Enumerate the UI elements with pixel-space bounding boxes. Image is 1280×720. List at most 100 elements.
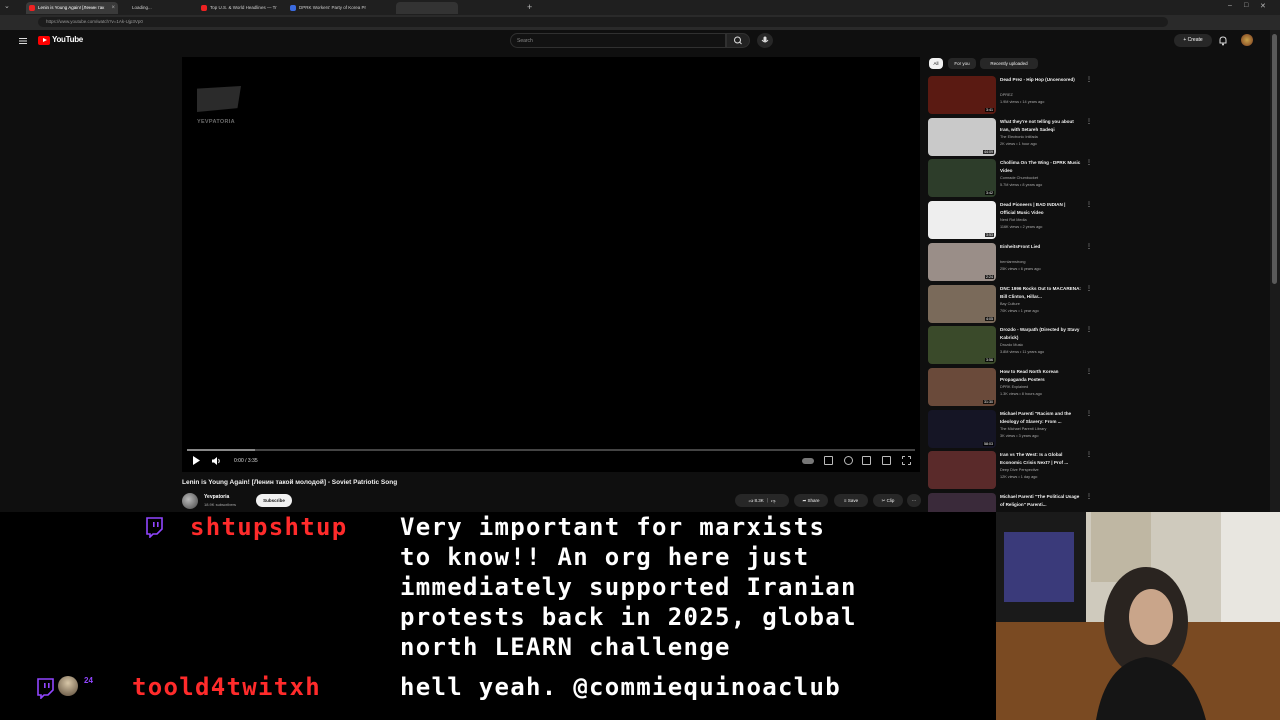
close-tab-icon[interactable]: × xyxy=(111,2,115,14)
recommendation-channel[interactable]: Nerd Rot Media xyxy=(1000,218,1027,222)
subscribe-button[interactable]: Subscribe xyxy=(256,494,292,507)
video-thumbnail[interactable]: 44:09 xyxy=(928,117,996,156)
recommendation-item[interactable]: 31:30 How to Read North Korean Propaganda… xyxy=(928,367,1098,408)
recommendation-channel[interactable]: Drozdo Music xyxy=(1000,343,1023,347)
video-thumbnail[interactable]: 2:24 xyxy=(928,242,996,281)
recommendation-channel[interactable]: DPRK Explained xyxy=(1000,385,1028,389)
chip-for-you[interactable]: For you xyxy=(948,58,976,69)
more-options-icon[interactable]: ⋮ xyxy=(1086,410,1092,417)
more-options-icon[interactable]: ⋮ xyxy=(1086,451,1092,458)
recommendation-title[interactable]: EinheitsFront Lied xyxy=(1000,243,1082,251)
scrollbar-thumb[interactable] xyxy=(1272,34,1277,284)
recommendation-channel[interactable]: bernlarmstrong xyxy=(1000,260,1026,264)
recommendation-title[interactable]: Dead Prez - Hip Hop (Uncensored) xyxy=(1000,76,1082,84)
tab-title: Lenin is Young Again! [Ленин так xyxy=(38,5,105,10)
microphone-icon xyxy=(761,36,769,43)
recommendation-item[interactable]: 2:24 EinheitsFront Lied bernlarmstrong 25K … xyxy=(928,242,1098,283)
subtitles-icon[interactable] xyxy=(824,456,833,465)
recommendation-item[interactable]: 3:41 Dead Prez - Hip Hop (Uncensored) DPRE… xyxy=(928,76,1098,116)
more-options-icon[interactable]: ⋮ xyxy=(1086,493,1092,500)
more-options-icon[interactable]: ⋮ xyxy=(1086,76,1092,83)
url-field[interactable]: https://www.youtube.com/watch?v=1Ak-Ujp3… xyxy=(38,17,1168,27)
save-button[interactable]: ≡ Save xyxy=(834,494,868,507)
recommendation-title[interactable]: Drozdo - Warpath (Directed by Stavy Kabr… xyxy=(1000,326,1082,342)
recommendation-channel[interactable]: Comrade Chumbucket xyxy=(1000,176,1038,180)
share-button[interactable]: ➦ Share xyxy=(794,494,828,507)
menu-icon[interactable] xyxy=(18,36,28,46)
progress-bar[interactable] xyxy=(187,449,915,451)
browser-tab-3[interactable]: Top U.S. & World Headlines — Tr xyxy=(198,2,282,14)
more-options-icon[interactable]: ⋮ xyxy=(1086,118,1092,125)
create-button[interactable]: + Create xyxy=(1174,34,1212,47)
tab-group[interactable] xyxy=(396,2,458,14)
search-button[interactable] xyxy=(726,33,750,48)
recommendation-title[interactable]: Michael Parenti "The Political Usage of … xyxy=(1000,493,1082,509)
video-thumbnail[interactable]: 3:41 xyxy=(928,76,996,114)
video-thumbnail[interactable]: 3:53 xyxy=(928,201,996,240)
more-options-icon[interactable]: ⋮ xyxy=(1086,285,1092,292)
search-input[interactable]: Search xyxy=(510,33,726,48)
recommendation-item[interactable]: 3:53 Dead Pioneers | BAD INDIAN | Officia… xyxy=(928,201,1098,241)
recommendation-title[interactable]: What they're not telling you about Iran,… xyxy=(1000,118,1082,134)
chat-badge-24: 24 xyxy=(84,676,93,685)
recommendation-channel[interactable]: The Electronic Intifada xyxy=(1000,135,1038,139)
theater-mode-icon[interactable] xyxy=(882,456,891,465)
miniplayer-icon[interactable] xyxy=(862,456,871,465)
video-thumbnail[interactable]: 3:56 xyxy=(928,326,996,365)
recommendation-item[interactable]: Iran vs The West: Is a Global Economic C… xyxy=(928,451,1098,491)
clip-button[interactable]: ✂ Clip xyxy=(873,494,903,507)
like-dislike-group[interactable]: 👍︎ 8.3K ｜ 👎︎ xyxy=(735,494,789,507)
minimize-icon[interactable]: – xyxy=(1228,2,1232,9)
more-options-icon[interactable]: ⋮ xyxy=(1086,326,1092,333)
recommendation-title[interactable]: Iran vs The West: Is a Global Economic C… xyxy=(1000,451,1082,467)
more-options-icon[interactable]: ⋮ xyxy=(1086,159,1092,166)
recommendation-channel[interactable]: Bay Culture xyxy=(1000,302,1020,306)
recommendation-channel[interactable]: DPREZ xyxy=(1000,93,1013,97)
close-window-icon[interactable]: ✕ xyxy=(1260,2,1266,10)
recommendation-title[interactable]: Michael Parenti "Racism and the Ideology… xyxy=(1000,410,1082,426)
browser-tab-2[interactable]: Loading... xyxy=(120,2,194,14)
more-actions-icon[interactable]: ⋯ xyxy=(907,494,921,507)
chip-all[interactable]: All xyxy=(929,58,943,69)
recommendation-title[interactable]: Chollima On The Wing - DPRK Music Video xyxy=(1000,159,1082,175)
recommendation-item[interactable]: 3:42 Chollima On The Wing - DPRK Music Vi… xyxy=(928,159,1098,199)
recommendation-title[interactable]: How to Read North Korean Propaganda Post… xyxy=(1000,368,1082,384)
video-thumbnail[interactable]: 58:03 xyxy=(928,409,996,448)
browser-tab-4[interactable]: DPRK Workers' Party of Korea Pr xyxy=(287,2,387,14)
recommendation-channel[interactable]: The Michael Parenti Library xyxy=(1000,427,1046,431)
recommendation-item[interactable]: 4:05 DNC 1996 Rocks Out to MACARENA: Bill… xyxy=(928,284,1098,325)
autoplay-toggle[interactable] xyxy=(802,458,814,464)
tab-search-icon[interactable]: ⌄ xyxy=(4,2,10,10)
video-thumbnail[interactable]: 31:30 xyxy=(928,367,996,406)
recommendation-title[interactable]: Dead Pioneers | BAD INDIAN | Official Mu… xyxy=(1000,201,1082,217)
voice-search-button[interactable] xyxy=(757,33,773,48)
settings-gear-icon[interactable] xyxy=(844,456,853,465)
browser-tab-1[interactable]: Lenin is Young Again! [Ленин так × xyxy=(26,2,118,14)
channel-avatar[interactable] xyxy=(182,493,198,509)
recommendation-item[interactable]: 58:03 Michael Parenti "Racism and the Ide… xyxy=(928,409,1098,450)
recommendation-item[interactable]: 3:56 Drozdo - Warpath (Directed by Stavy … xyxy=(928,326,1098,366)
recommendation-title[interactable]: DNC 1996 Rocks Out to MACARENA: Bill Cli… xyxy=(1000,285,1082,301)
video-player[interactable] xyxy=(182,57,920,472)
more-options-icon[interactable]: ⋮ xyxy=(1086,368,1092,375)
chip-recently-uploaded[interactable]: Recently uploaded xyxy=(980,58,1038,69)
youtube-logo[interactable]: YouTube xyxy=(38,35,83,47)
video-thumbnail[interactable] xyxy=(928,451,996,490)
more-options-icon[interactable]: ⋮ xyxy=(1086,243,1092,250)
video-thumbnail[interactable]: 4:05 xyxy=(928,284,996,323)
volume-icon[interactable] xyxy=(211,456,222,466)
play-icon[interactable] xyxy=(191,455,201,466)
recommendation-item[interactable]: 44:09 What they're not telling you about … xyxy=(928,117,1098,158)
recommendation-meta: 3K views • 3 years ago xyxy=(1000,433,1039,438)
channel-name[interactable]: Yevpatoria xyxy=(204,494,229,500)
thumbs-down-icon[interactable]: ｜ 👎︎ xyxy=(764,498,775,503)
notifications-bell-icon[interactable] xyxy=(1218,35,1228,46)
account-avatar[interactable] xyxy=(1241,34,1253,46)
more-options-icon[interactable]: ⋮ xyxy=(1086,201,1092,208)
new-tab-icon[interactable]: + xyxy=(527,2,532,12)
maximize-icon[interactable]: □ xyxy=(1244,2,1248,9)
chat-message-line: north LEARN challenge xyxy=(400,633,731,661)
recommendation-channel[interactable]: Deep Dive Perspective xyxy=(1000,468,1039,472)
video-thumbnail[interactable]: 3:42 xyxy=(928,159,996,198)
fullscreen-icon[interactable] xyxy=(902,456,911,465)
